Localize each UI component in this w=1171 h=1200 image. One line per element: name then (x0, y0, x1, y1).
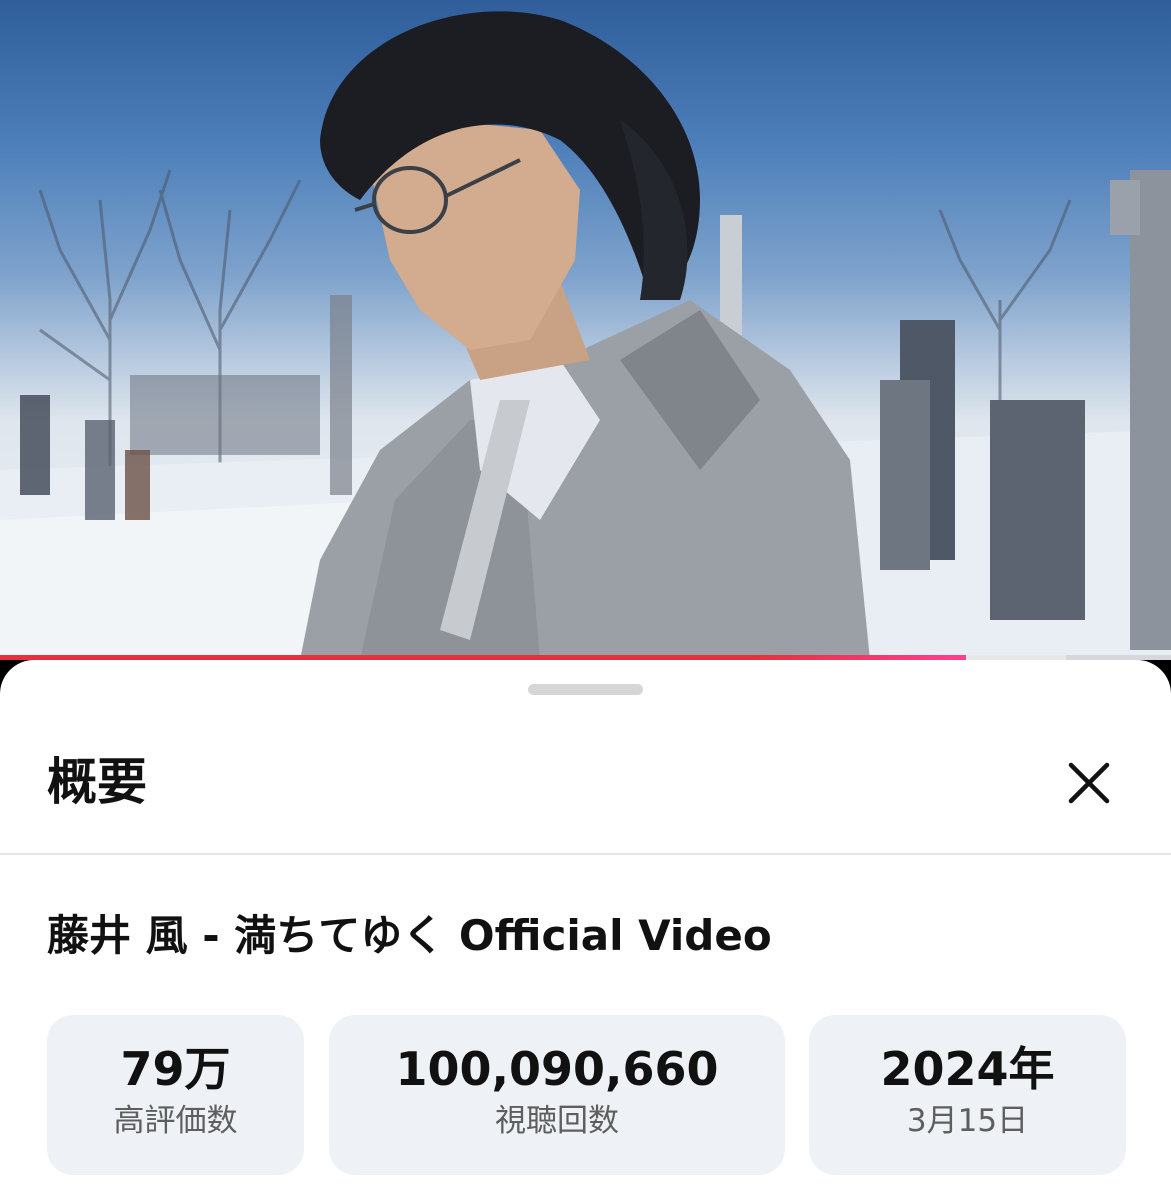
likes-stat-card: 79万 高評価数 (47, 1015, 304, 1175)
sheet-title: 概要 (47, 753, 147, 811)
video-frame-image (0, 11, 1171, 660)
close-button[interactable] (1058, 752, 1120, 814)
close-icon (1068, 762, 1110, 804)
sheet-drag-handle[interactable] (528, 684, 643, 695)
date-stat-card: 2024年 3月15日 (809, 1015, 1126, 1175)
publish-year: 2024年 (880, 1042, 1055, 1096)
likes-label: 高評価数 (113, 1103, 238, 1139)
views-count: 100,090,660 (395, 1042, 719, 1096)
publish-date: 3月15日 (906, 1103, 1029, 1139)
likes-count: 79万 (120, 1042, 231, 1096)
views-stat-card: 100,090,660 視聴回数 (329, 1015, 785, 1175)
video-title: 藤井 風 - 満ちてゆく Official Video (47, 911, 772, 960)
views-label: 視聴回数 (495, 1103, 619, 1139)
video-player[interactable] (0, 0, 1171, 660)
app-root: 概要 藤井 風 - 満ちてゆく Official Video 79万 高評価数 … (0, 0, 1171, 1200)
description-sheet: 概要 藤井 風 - 満ちてゆく Official Video 79万 高評価数 … (0, 660, 1171, 1200)
header-divider (0, 853, 1171, 855)
